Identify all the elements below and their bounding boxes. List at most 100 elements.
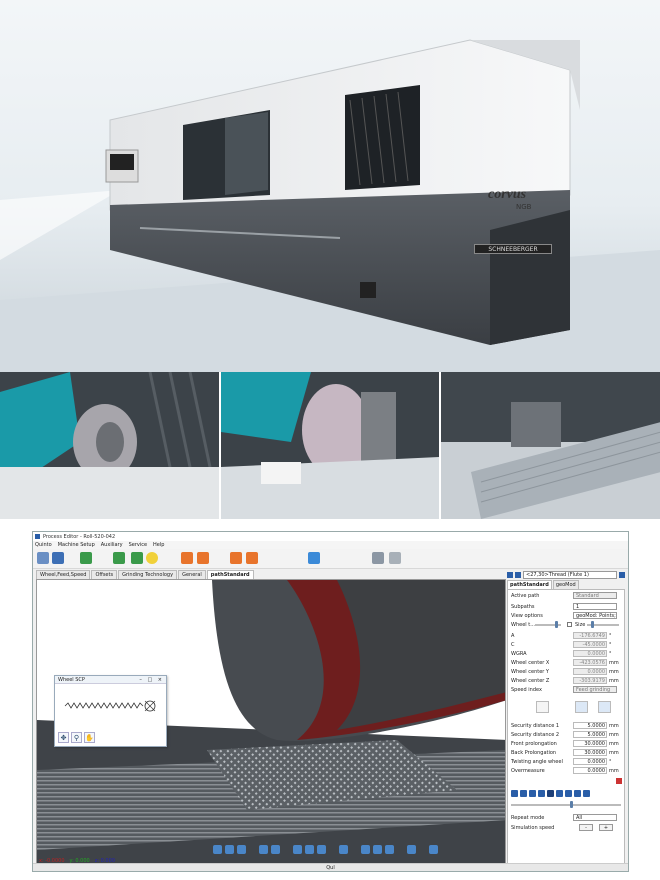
- sun-icon[interactable]: [146, 552, 158, 564]
- view-side-icon[interactable]: [305, 845, 314, 854]
- settings-icon[interactable]: [339, 845, 348, 854]
- next-path-icon[interactable]: [515, 571, 521, 578]
- process-1-icon[interactable]: [181, 552, 193, 564]
- tab-wheel-feed-speed[interactable]: Wheel,Feed,Speed: [36, 570, 91, 579]
- param-unit: °: [609, 642, 612, 648]
- path-dropdown[interactable]: <27,30>Thread (Flute 1): [523, 570, 617, 579]
- step-forward-icon[interactable]: [565, 790, 572, 797]
- menu-auxiliary[interactable]: Auxiliary: [101, 542, 123, 548]
- back-prolongation-field[interactable]: 30.0000: [573, 749, 607, 756]
- process-3-icon[interactable]: [230, 552, 242, 564]
- pointer-icon[interactable]: [429, 845, 438, 854]
- zoom-in-icon[interactable]: [259, 845, 268, 854]
- app-icon: [35, 534, 40, 539]
- tool-icon[interactable]: [80, 552, 92, 564]
- security-distance-1-field[interactable]: 5.0000: [573, 722, 607, 729]
- fit-icon[interactable]: [237, 845, 246, 854]
- simulation-progress-knob[interactable]: [570, 801, 573, 808]
- distance-label: Twisting angle wheel: [511, 759, 563, 765]
- wheel-icon[interactable]: [113, 552, 125, 564]
- menu-help[interactable]: Help: [153, 542, 164, 548]
- wheel-slider-knob[interactable]: [555, 621, 558, 628]
- param-unit: °: [609, 651, 612, 657]
- network-icon[interactable]: [308, 552, 320, 564]
- menu-machine-setup[interactable]: Machine Setup: [58, 542, 95, 548]
- distance-label: Back Prolongation: [511, 750, 557, 756]
- param-unit: mm: [609, 678, 619, 684]
- prev-path-icon[interactable]: [507, 571, 513, 578]
- process-4-icon[interactable]: [246, 552, 258, 564]
- close-panel-icon[interactable]: [616, 778, 622, 784]
- wheel-closeup-photo-1: [0, 372, 219, 519]
- front-prolongation-field[interactable]: 30.0000: [573, 740, 607, 747]
- process-2-icon[interactable]: [197, 552, 209, 564]
- security-distance-2-field[interactable]: 5.0000: [573, 731, 607, 738]
- print-icon[interactable]: [389, 552, 401, 564]
- rotate-icon[interactable]: [225, 845, 234, 854]
- param-label: WGRA: [511, 651, 527, 657]
- play-view-icon[interactable]: [407, 845, 416, 854]
- repeat-mode-dropdown[interactable]: All: [573, 814, 617, 821]
- machine-export-icon[interactable]: [598, 701, 611, 713]
- tab-path-standard[interactable]: pathStandard: [206, 570, 254, 579]
- path-menu-icon[interactable]: [619, 571, 625, 578]
- menu-quinto[interactable]: Quinto: [35, 542, 52, 548]
- step-back-icon[interactable]: [529, 790, 536, 797]
- speed-minus-button[interactable]: -: [579, 824, 593, 831]
- fast-forward-icon[interactable]: [574, 790, 581, 797]
- tab-general[interactable]: General: [178, 570, 206, 579]
- window-controls-icon[interactable]: – □ ×: [139, 676, 164, 684]
- tab-offsets[interactable]: Offsets: [91, 570, 118, 579]
- machine-view-icon[interactable]: [361, 845, 370, 854]
- param-label: Wheel center X: [511, 660, 550, 666]
- play-icon[interactable]: [547, 790, 554, 797]
- save-icon[interactable]: [37, 552, 49, 564]
- editor-tabs: Wheel,Feed,Speed Offsets Grinding Techno…: [36, 570, 254, 579]
- panel-body: Active path Standard Subpaths 1 View optio…: [507, 589, 625, 869]
- size-checkbox[interactable]: [567, 622, 572, 627]
- machine-transfer-icon[interactable]: [575, 701, 588, 713]
- active-path-dropdown: Standard: [573, 592, 617, 599]
- repeat-mode-label: Repeat mode: [511, 815, 545, 821]
- calculator-icon[interactable]: [52, 552, 64, 564]
- subpaths-dropdown[interactable]: 1: [573, 603, 617, 610]
- active-path-label: Active path: [511, 593, 540, 599]
- hand-icon[interactable]: ✋: [84, 732, 95, 743]
- size-label: Size: [575, 622, 586, 628]
- last-icon[interactable]: [583, 790, 590, 797]
- window-titlebar: Process Editor - Roll-520-042: [33, 532, 628, 541]
- distance-unit: mm: [609, 741, 619, 747]
- machine-icon[interactable]: [372, 552, 384, 564]
- rewind-icon[interactable]: [520, 790, 527, 797]
- zoom-out-icon[interactable]: [271, 845, 280, 854]
- reverse-icon[interactable]: [538, 790, 545, 797]
- distance-label: Overmeasure: [511, 768, 545, 774]
- view-front-icon[interactable]: [293, 845, 302, 854]
- overmeasure-field[interactable]: 0.0000: [573, 767, 607, 774]
- path-selector: <27,30>Thread (Flute 1): [507, 570, 625, 579]
- menu-service[interactable]: Service: [129, 542, 147, 548]
- blank-page-icon[interactable]: [536, 701, 549, 713]
- zoom-icon[interactable]: ⚲: [71, 732, 82, 743]
- param-label: A: [511, 633, 515, 639]
- pause-icon[interactable]: [556, 790, 563, 797]
- size-slider-knob[interactable]: [591, 621, 594, 628]
- simulation-3d-viewport[interactable]: Wheel SCP – □ × ✥ ⚲ ✋ x: -0.0000 y: 0.00…: [36, 579, 506, 869]
- distance-unit: mm: [609, 768, 619, 774]
- view-top-icon[interactable]: [317, 845, 326, 854]
- grinding-icon[interactable]: [131, 552, 143, 564]
- tab-path-standard-panel[interactable]: pathStandard: [507, 580, 552, 589]
- view-options-dropdown[interactable]: geoMod: Points; Wheel ...: [573, 612, 617, 619]
- move-icon[interactable]: [213, 845, 222, 854]
- tool-view-icon[interactable]: [385, 845, 394, 854]
- tab-grinding-technology[interactable]: Grinding Technology: [118, 570, 178, 579]
- twisting-angle-field[interactable]: 0.0000: [573, 758, 607, 765]
- wheel-view-icon[interactable]: [373, 845, 382, 854]
- param-label: Wheel center Z: [511, 678, 550, 684]
- first-icon[interactable]: [511, 790, 518, 797]
- pan-icon[interactable]: ✥: [58, 732, 69, 743]
- tab-geomod[interactable]: geoMod: [552, 580, 579, 589]
- speed-plus-button[interactable]: +: [599, 824, 613, 831]
- wheel-scp-window[interactable]: Wheel SCP – □ × ✥ ⚲ ✋: [54, 675, 167, 747]
- simulation-progress-slider[interactable]: [511, 804, 621, 806]
